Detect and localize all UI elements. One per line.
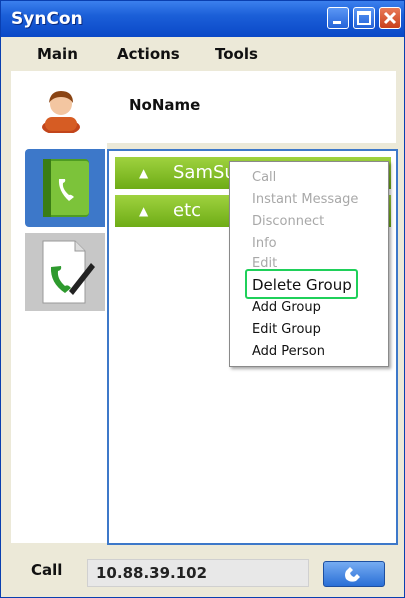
call-bar: Call 10.88.39.102	[1, 551, 404, 597]
collapse-arrow-icon[interactable]: ▲	[139, 166, 148, 180]
menu-item-call: Call	[252, 170, 277, 185]
menu-actions[interactable]: Actions	[117, 45, 180, 63]
menu-item-disconnect: Disconnect	[252, 214, 325, 229]
menu-item-add-person[interactable]: Add Person	[252, 344, 325, 359]
phone-document-icon	[42, 240, 95, 304]
close-icon	[383, 11, 397, 25]
menu-item-delete-group[interactable]: Delete Group	[252, 276, 352, 294]
menu-item-add-group[interactable]: Add Group	[252, 300, 321, 315]
title-bar[interactable]: SynCon	[1, 1, 404, 37]
menu-main[interactable]: Main	[37, 45, 78, 63]
call-button[interactable]	[323, 561, 385, 587]
menu-item-instant-message: Instant Message	[252, 192, 359, 207]
maximize-icon	[357, 11, 371, 25]
app-window: SynCon Main Actions Tools NoName ▲ SamSu…	[0, 0, 405, 598]
maximize-button[interactable]	[353, 7, 375, 29]
sidebar	[11, 143, 107, 543]
group-name: etc	[173, 200, 202, 221]
menu-item-info: Info	[252, 236, 277, 251]
call-label: Call	[31, 561, 63, 579]
tab-contacts[interactable]	[25, 149, 105, 227]
menu-item-edit-group[interactable]: Edit Group	[252, 322, 321, 337]
close-button[interactable]	[379, 7, 401, 29]
minimize-icon	[333, 21, 341, 24]
context-menu: Call Instant Message Disconnect Info Edi…	[229, 161, 389, 367]
minimize-button[interactable]	[327, 7, 349, 29]
menu-tools[interactable]: Tools	[215, 45, 258, 63]
username-label: NoName	[129, 96, 201, 114]
user-avatar-icon[interactable]	[41, 87, 81, 133]
phone-handset-icon	[345, 567, 360, 582]
call-address-input[interactable]: 10.88.39.102	[87, 559, 309, 587]
group-name: SamSu	[173, 162, 236, 183]
menu-bar: Main Actions Tools	[1, 37, 404, 69]
user-profile-bar: NoName	[11, 71, 396, 143]
collapse-arrow-icon[interactable]: ▲	[139, 204, 148, 218]
window-title: SynCon	[11, 9, 83, 29]
tab-call-log[interactable]	[25, 233, 105, 311]
phone-book-icon	[43, 159, 89, 217]
